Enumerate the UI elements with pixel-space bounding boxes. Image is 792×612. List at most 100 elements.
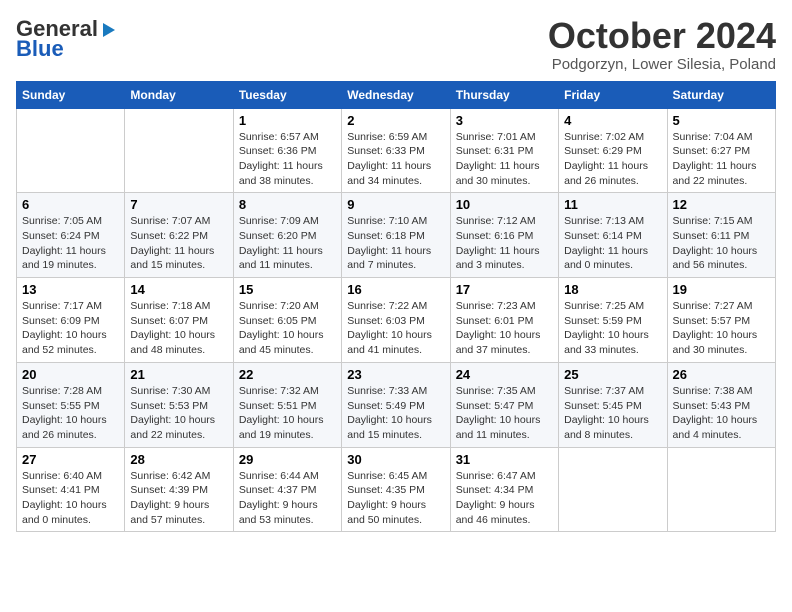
logo-triangle-icon: [99, 21, 117, 39]
calendar-week-row: 27Sunrise: 6:40 AM Sunset: 4:41 PM Dayli…: [17, 447, 776, 532]
day-info: Sunrise: 7:30 AM Sunset: 5:53 PM Dayligh…: [130, 384, 227, 443]
calendar-week-row: 1 Sunrise: 6:57 AM Sunset: 6:36 PM Daylig…: [17, 108, 776, 193]
calendar-cell: 10 Sunrise: 7:12 AM Sunset: 6:16 PM Dayli…: [450, 193, 558, 278]
month-title: October 2024: [548, 16, 776, 56]
calendar-cell: 6Sunrise: 7:05 AM Sunset: 6:24 PM Daylig…: [17, 193, 125, 278]
day-info: Sunrise: 7:20 AM Sunset: 6:05 PM Dayligh…: [239, 299, 336, 358]
weekday-header-friday: Friday: [559, 81, 667, 108]
day-info: Sunrise: 7:22 AM Sunset: 6:03 PM Dayligh…: [347, 299, 444, 358]
calendar-cell: 20Sunrise: 7:28 AM Sunset: 5:55 PM Dayli…: [17, 362, 125, 447]
calendar-cell: 25 Sunrise: 7:37 AM Sunset: 5:45 PM Dayli…: [559, 362, 667, 447]
calendar-cell: [125, 108, 233, 193]
calendar-cell: 19 Sunrise: 7:27 AM Sunset: 5:57 PM Dayli…: [667, 278, 775, 363]
day-info: Sunrise: 7:28 AM Sunset: 5:55 PM Dayligh…: [22, 384, 119, 443]
calendar-cell: 3 Sunrise: 7:01 AM Sunset: 6:31 PM Daylig…: [450, 108, 558, 193]
day-info: Sunrise: 7:04 AM Sunset: 6:27 PM Dayligh…: [673, 130, 770, 189]
day-info: Sunrise: 6:44 AM Sunset: 4:37 PM Dayligh…: [239, 469, 336, 528]
calendar-cell: 7Sunrise: 7:07 AM Sunset: 6:22 PM Daylig…: [125, 193, 233, 278]
day-number: 25: [564, 367, 661, 382]
weekday-header-tuesday: Tuesday: [233, 81, 341, 108]
calendar-cell: 27Sunrise: 6:40 AM Sunset: 4:41 PM Dayli…: [17, 447, 125, 532]
calendar-cell: 17 Sunrise: 7:23 AM Sunset: 6:01 PM Dayli…: [450, 278, 558, 363]
weekday-header-saturday: Saturday: [667, 81, 775, 108]
calendar-table: SundayMondayTuesdayWednesdayThursdayFrid…: [16, 81, 776, 533]
title-block: October 2024 Podgorzyn, Lower Silesia, P…: [548, 16, 776, 73]
calendar-cell: 13 Sunrise: 7:17 AM Sunset: 6:09 PM Dayli…: [17, 278, 125, 363]
day-number: 8: [239, 197, 336, 212]
day-number: 26: [673, 367, 770, 382]
calendar-cell: 21Sunrise: 7:30 AM Sunset: 5:53 PM Dayli…: [125, 362, 233, 447]
day-info: Sunrise: 7:37 AM Sunset: 5:45 PM Dayligh…: [564, 384, 661, 443]
day-number: 31: [456, 452, 553, 467]
day-info: Sunrise: 7:33 AM Sunset: 5:49 PM Dayligh…: [347, 384, 444, 443]
day-info: Sunrise: 7:23 AM Sunset: 6:01 PM Dayligh…: [456, 299, 553, 358]
logo-blue-text: Blue: [16, 38, 64, 60]
weekday-header-monday: Monday: [125, 81, 233, 108]
day-number: 5: [673, 113, 770, 128]
calendar-cell: 31 Sunrise: 6:47 AM Sunset: 4:34 PM Dayli…: [450, 447, 558, 532]
day-info: Sunrise: 7:01 AM Sunset: 6:31 PM Dayligh…: [456, 130, 553, 189]
day-number: 17: [456, 282, 553, 297]
day-info: Sunrise: 7:38 AM Sunset: 5:43 PM Dayligh…: [673, 384, 770, 443]
day-info: Sunrise: 7:35 AM Sunset: 5:47 PM Dayligh…: [456, 384, 553, 443]
day-info: Sunrise: 6:59 AM Sunset: 6:33 PM Dayligh…: [347, 130, 444, 189]
calendar-cell: 4 Sunrise: 7:02 AM Sunset: 6:29 PM Daylig…: [559, 108, 667, 193]
day-number: 30: [347, 452, 444, 467]
calendar-cell: [667, 447, 775, 532]
day-info: Sunrise: 6:45 AM Sunset: 4:35 PM Dayligh…: [347, 469, 444, 528]
day-number: 19: [673, 282, 770, 297]
day-number: 3: [456, 113, 553, 128]
day-number: 13: [22, 282, 119, 297]
calendar-cell: 26 Sunrise: 7:38 AM Sunset: 5:43 PM Dayli…: [667, 362, 775, 447]
day-info: Sunrise: 7:32 AM Sunset: 5:51 PM Dayligh…: [239, 384, 336, 443]
day-info: Sunrise: 7:17 AM Sunset: 6:09 PM Dayligh…: [22, 299, 119, 358]
day-number: 6: [22, 197, 119, 212]
calendar-cell: 14 Sunrise: 7:18 AM Sunset: 6:07 PM Dayli…: [125, 278, 233, 363]
day-info: Sunrise: 7:10 AM Sunset: 6:18 PM Dayligh…: [347, 214, 444, 273]
calendar-cell: 24 Sunrise: 7:35 AM Sunset: 5:47 PM Dayli…: [450, 362, 558, 447]
day-number: 9: [347, 197, 444, 212]
day-number: 12: [673, 197, 770, 212]
day-info: Sunrise: 6:57 AM Sunset: 6:36 PM Dayligh…: [239, 130, 336, 189]
calendar-cell: 5 Sunrise: 7:04 AM Sunset: 6:27 PM Daylig…: [667, 108, 775, 193]
calendar-cell: 11Sunrise: 7:13 AM Sunset: 6:14 PM Dayli…: [559, 193, 667, 278]
calendar-week-row: 20Sunrise: 7:28 AM Sunset: 5:55 PM Dayli…: [17, 362, 776, 447]
day-number: 18: [564, 282, 661, 297]
day-number: 22: [239, 367, 336, 382]
day-number: 11: [564, 197, 661, 212]
day-number: 2: [347, 113, 444, 128]
logo: General Blue: [16, 16, 117, 60]
calendar-cell: 15Sunrise: 7:20 AM Sunset: 6:05 PM Dayli…: [233, 278, 341, 363]
day-info: Sunrise: 7:09 AM Sunset: 6:20 PM Dayligh…: [239, 214, 336, 273]
day-info: Sunrise: 7:27 AM Sunset: 5:57 PM Dayligh…: [673, 299, 770, 358]
day-info: Sunrise: 7:25 AM Sunset: 5:59 PM Dayligh…: [564, 299, 661, 358]
weekday-header-thursday: Thursday: [450, 81, 558, 108]
calendar-week-row: 6Sunrise: 7:05 AM Sunset: 6:24 PM Daylig…: [17, 193, 776, 278]
calendar-cell: 12 Sunrise: 7:15 AM Sunset: 6:11 PM Dayli…: [667, 193, 775, 278]
calendar-cell: [559, 447, 667, 532]
calendar-cell: 9 Sunrise: 7:10 AM Sunset: 6:18 PM Daylig…: [342, 193, 450, 278]
day-number: 28: [130, 452, 227, 467]
day-info: Sunrise: 7:18 AM Sunset: 6:07 PM Dayligh…: [130, 299, 227, 358]
calendar-week-row: 13 Sunrise: 7:17 AM Sunset: 6:09 PM Dayli…: [17, 278, 776, 363]
calendar-cell: 23Sunrise: 7:33 AM Sunset: 5:49 PM Dayli…: [342, 362, 450, 447]
day-info: Sunrise: 6:40 AM Sunset: 4:41 PM Dayligh…: [22, 469, 119, 528]
day-info: Sunrise: 7:12 AM Sunset: 6:16 PM Dayligh…: [456, 214, 553, 273]
weekday-header-wednesday: Wednesday: [342, 81, 450, 108]
day-info: Sunrise: 7:15 AM Sunset: 6:11 PM Dayligh…: [673, 214, 770, 273]
calendar-cell: 1 Sunrise: 6:57 AM Sunset: 6:36 PM Daylig…: [233, 108, 341, 193]
day-number: 1: [239, 113, 336, 128]
day-number: 16: [347, 282, 444, 297]
day-number: 10: [456, 197, 553, 212]
day-info: Sunrise: 7:02 AM Sunset: 6:29 PM Dayligh…: [564, 130, 661, 189]
calendar-cell: 8 Sunrise: 7:09 AM Sunset: 6:20 PM Daylig…: [233, 193, 341, 278]
day-number: 14: [130, 282, 227, 297]
calendar-cell: 29Sunrise: 6:44 AM Sunset: 4:37 PM Dayli…: [233, 447, 341, 532]
day-info: Sunrise: 6:42 AM Sunset: 4:39 PM Dayligh…: [130, 469, 227, 528]
page-header: General Blue October 2024 Podgorzyn, Low…: [16, 16, 776, 73]
calendar-cell: 22 Sunrise: 7:32 AM Sunset: 5:51 PM Dayli…: [233, 362, 341, 447]
day-info: Sunrise: 6:47 AM Sunset: 4:34 PM Dayligh…: [456, 469, 553, 528]
day-number: 7: [130, 197, 227, 212]
day-number: 4: [564, 113, 661, 128]
day-number: 24: [456, 367, 553, 382]
